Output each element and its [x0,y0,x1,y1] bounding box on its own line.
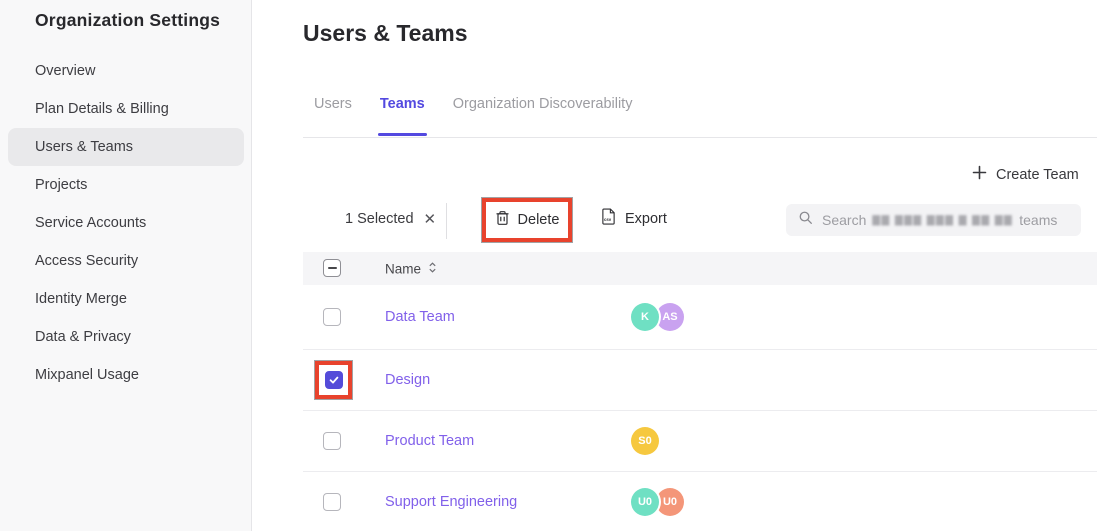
member-avatar: U0 [656,488,684,516]
table-row-support-engineering: Support Engineering U0 U0 [303,472,1097,531]
sidebar-item-service-accounts[interactable]: Service Accounts [8,204,244,242]
team-name-link[interactable]: Support Engineering [385,494,517,510]
sidebar-item-projects[interactable]: Projects [8,166,244,204]
page-title: Users & Teams [303,20,468,47]
sidebar-item-label: Access Security [35,253,138,269]
table-header: Name [303,252,1097,285]
search-input[interactable]: Search ▇▇ ▇▇▇ ▇▇▇ ▇ ▇▇ ▇▇ teams [786,204,1081,236]
sidebar-item-identity-merge[interactable]: Identity Merge [8,280,244,318]
sidebar-item-label: Overview [35,63,95,79]
sidebar-item-label: Identity Merge [35,291,127,307]
sidebar-item-label: Users & Teams [35,139,133,155]
sidebar-item-label: Projects [35,177,87,193]
trash-icon [495,210,510,230]
avatar-stack: S0 [631,427,659,455]
sidebar-item-label: Service Accounts [35,215,146,231]
sidebar-item-users-teams[interactable]: Users & Teams [8,128,244,166]
team-name-link[interactable]: Product Team [385,433,474,449]
sidebar-item-overview[interactable]: Overview [8,52,244,90]
member-avatar: U0 [631,488,659,516]
row-checkbox[interactable] [323,308,341,326]
tabs-divider [303,137,1097,138]
tab-users[interactable]: Users [314,96,352,136]
member-avatar: K [631,303,659,331]
sidebar-item-access-security[interactable]: Access Security [8,242,244,280]
sidebar-item-label: Data & Privacy [35,329,131,345]
sidebar-item-label: Mixpanel Usage [35,367,139,383]
row-checkbox-checked[interactable] [325,371,343,389]
svg-text:csv: csv [604,217,612,222]
select-all-checkbox[interactable] [323,259,341,277]
avatar-stack: U0 U0 [631,488,684,516]
annotation-box-checkbox [315,361,352,399]
plus-icon [972,165,987,184]
sidebar-item-mixpanel-usage[interactable]: Mixpanel Usage [8,356,244,394]
search-placeholder: Search ▇▇ ▇▇▇ ▇▇▇ ▇ ▇▇ ▇▇ teams [822,212,1057,228]
member-avatar: AS [656,303,684,331]
redacted-text: ▇▇ ▇▇▇ ▇▇▇ ▇ ▇▇ ▇▇ [872,215,1013,226]
sidebar-item-label: Plan Details & Billing [35,101,169,117]
tab-bar: Users Teams Organization Discoverability [314,96,632,136]
team-name-link[interactable]: Design [385,372,430,388]
sidebar-title: Organization Settings [35,10,220,31]
csv-file-icon: csv [601,208,616,229]
table-row-product-team: Product Team S0 [303,411,1097,472]
create-team-label: Create Team [996,167,1079,183]
selected-count-label: 1 Selected [345,211,414,227]
sidebar-item-data-privacy[interactable]: Data & Privacy [8,318,244,356]
team-name-link[interactable]: Data Team [385,309,455,325]
toolbar-divider [446,203,447,239]
row-checkbox[interactable] [323,432,341,450]
export-button[interactable]: csv Export [601,208,667,229]
export-label: Export [625,211,667,227]
checkmark-icon [328,374,340,386]
sidebar-item-plan-details-billing[interactable]: Plan Details & Billing [8,90,244,128]
create-team-button[interactable]: Create Team [972,165,1079,184]
column-header-name[interactable]: Name [385,261,437,276]
sidebar: Organization Settings Overview Plan Deta… [0,0,252,531]
row-checkbox[interactable] [323,493,341,511]
table-row-design: Design [303,350,1097,411]
tab-organization-discoverability[interactable]: Organization Discoverability [453,96,633,136]
search-icon [798,210,813,230]
delete-button[interactable]: Delete [486,202,568,238]
organization-settings-page: Organization Settings Overview Plan Deta… [0,0,1108,531]
annotation-box-delete: Delete [482,198,572,242]
table-row-data-team: Data Team K AS [303,285,1097,350]
avatar-stack: K AS [631,303,684,331]
selection-status: 1 Selected ✕ [345,211,436,227]
sort-icon [428,261,437,276]
clear-selection-icon[interactable]: ✕ [424,212,437,227]
tab-teams[interactable]: Teams [380,96,425,136]
member-avatar: S0 [631,427,659,455]
delete-label: Delete [518,212,560,228]
indeterminate-dash [328,267,337,269]
